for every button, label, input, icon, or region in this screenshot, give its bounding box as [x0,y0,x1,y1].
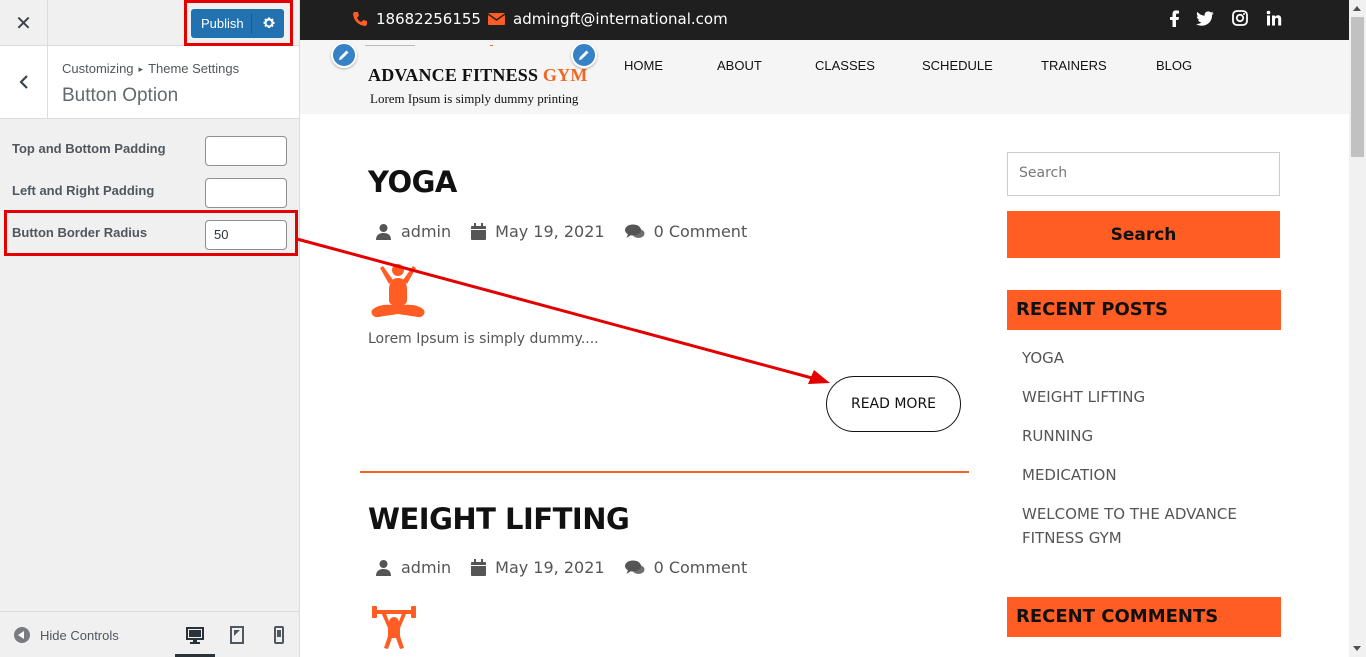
twitter-icon[interactable] [1196,9,1214,27]
post-excerpt: Lorem Ipsum is simply dummy.... [368,331,599,347]
author-name: admin [401,558,452,577]
mobile-icon[interactable] [268,624,290,646]
recent-posts-heading: RECENT POSTS [1007,290,1281,330]
recent-post-link[interactable]: RUNNING [1022,424,1262,448]
collapse-icon [14,627,30,643]
publish-highlight-box [184,0,293,46]
page-scrollbar[interactable] [1349,0,1366,657]
hide-controls-label: Hide Controls [40,627,119,643]
post-meta: admin May 19, 2021 0 Comment [375,558,767,577]
left-right-padding-input[interactable] [205,178,287,208]
post-author[interactable]: admin [375,558,451,577]
weightlifting-icon [372,606,416,649]
facebook-icon[interactable] [1165,9,1183,27]
breadcrumb-separator-icon: ▸ [138,64,144,74]
sidebar-search-button[interactable]: Search [1007,211,1280,258]
phone-icon [353,12,367,26]
site-header: ADVANCE FITNESS GYM Lorem Ipsum is simpl… [300,40,1349,114]
post-meta: admin May 19, 2021 0 Comment [375,222,767,241]
author-name: admin [401,222,452,241]
nav-home[interactable]: HOME [624,58,663,73]
post-date: May 19, 2021 [471,222,605,241]
site-preview: 18682256155 admingft@international.com A… [300,0,1349,657]
phone-number: 18682256155 [376,10,481,28]
calendar-icon [471,559,487,576]
customizer-header: ✕ Publish [0,0,299,46]
user-icon [376,560,391,576]
breadcrumb-root: Customizing [62,61,134,76]
field-top-bottom-padding: Top and Bottom Padding [0,136,299,176]
top-bottom-padding-input[interactable] [205,136,287,166]
post-comments[interactable]: 0 Comment [624,222,748,241]
tablet-icon[interactable] [226,624,248,646]
post-divider [360,471,969,473]
scroll-down-icon[interactable] [1353,646,1361,651]
pencil-icon [339,50,349,60]
yoga-icon [371,264,425,318]
scrollbar-thumb[interactable] [1351,17,1364,157]
date-text: May 19, 2021 [495,558,605,577]
chevron-left-icon [18,75,28,89]
recent-post-link[interactable]: WELCOME TO THE ADVANCE FITNESS GYM [1022,502,1262,550]
post-date: May 19, 2021 [471,558,605,577]
logo-decoration-accent [490,45,493,46]
nav-blog[interactable]: BLOG [1156,58,1192,73]
section-header: Customizing ▸ Theme Settings Button Option [0,46,299,119]
comments-icon [624,560,645,574]
comments-text: 0 Comment [653,222,748,241]
recent-comments-heading: RECENT COMMENTS [1007,597,1281,637]
customizer-panel: ✕ Publish Customizing ▸ Theme Settings But… [0,0,300,657]
breadcrumb-parent: Theme Settings [148,61,240,76]
desktop-icon[interactable] [184,624,206,646]
logo-title-accent: GYM [542,65,588,85]
screenshot-root: ✕ Publish Customizing ▸ Theme Settings But… [0,0,1366,657]
post-title-yoga[interactable]: YOGA [368,165,457,199]
edit-logo-shortcut[interactable] [331,42,357,68]
close-icon: ✕ [15,11,32,35]
section-title: Button Option [62,85,179,106]
email-contact[interactable]: admingft@international.com [488,10,728,28]
recent-post-link[interactable]: YOGA [1022,346,1262,370]
post-title-weight-lifting[interactable]: WEIGHT LIFTING [368,502,630,536]
logo-title-main: ADVANCE FITNESS [368,65,543,85]
site-tagline: Lorem Ipsum is simply dummy printing [370,91,579,106]
comments-icon [624,224,645,238]
scroll-up-icon[interactable] [1353,6,1361,11]
top-bar: 18682256155 admingft@international.com [300,0,1349,40]
pencil-icon [579,50,589,60]
close-customizer-button[interactable]: ✕ [0,0,48,46]
site-logo-title[interactable]: ADVANCE FITNESS GYM [368,65,588,86]
date-text: May 19, 2021 [495,222,605,241]
border-radius-highlight-box [4,210,298,256]
user-icon [376,224,391,240]
back-button[interactable] [0,46,48,118]
field-label: Top and Bottom Padding [12,141,166,156]
logo-decoration [365,45,415,46]
comments-text: 0 Comment [653,558,748,577]
instagram-icon[interactable] [1231,9,1249,27]
phone-contact[interactable]: 18682256155 [352,10,481,28]
linkedin-icon[interactable] [1265,9,1283,27]
post-author[interactable]: admin [375,222,451,241]
post-comments[interactable]: 0 Comment [624,558,748,577]
nav-schedule[interactable]: SCHEDULE [922,58,993,73]
recent-post-link[interactable]: WEIGHT LIFTING [1022,385,1262,409]
calendar-icon [471,223,487,240]
nav-about[interactable]: ABOUT [717,58,762,73]
edit-menu-shortcut[interactable] [571,42,597,68]
field-label: Left and Right Padding [12,183,155,198]
sidebar-search-input[interactable]: Search [1007,152,1280,196]
breadcrumb: Customizing ▸ Theme Settings [62,61,239,76]
nav-classes[interactable]: CLASSES [815,58,875,73]
envelope-icon [488,13,505,25]
customizer-footer: Hide Controls [0,611,299,657]
email-address: admingft@international.com [513,10,728,28]
nav-trainers[interactable]: TRAINERS [1041,58,1107,73]
recent-post-link[interactable]: MEDICATION [1022,463,1262,487]
read-more-button[interactable]: READ MORE [826,376,961,432]
hide-controls-button[interactable]: Hide Controls [14,627,119,643]
